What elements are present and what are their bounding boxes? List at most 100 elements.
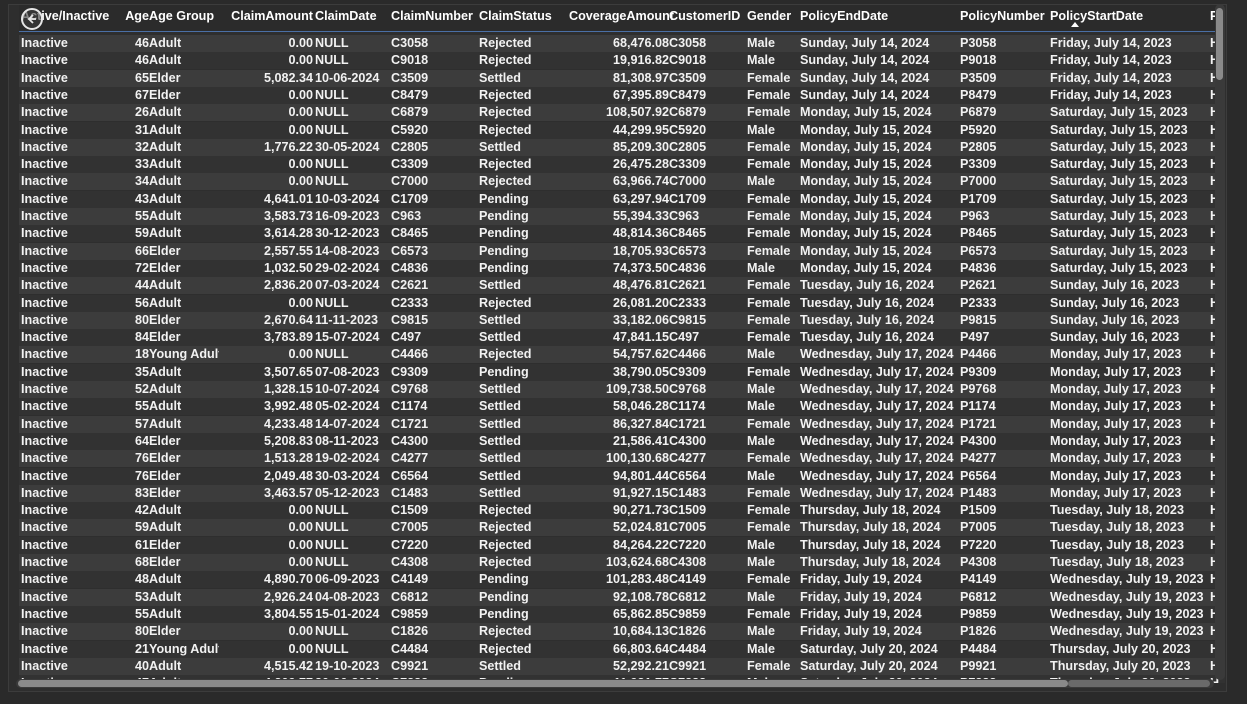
sort-ascending-icon[interactable] bbox=[1071, 22, 1079, 27]
cell-col-age-group: Adult bbox=[149, 157, 182, 172]
header-col-policy-start-date[interactable]: PolicyStartDate bbox=[1050, 5, 1210, 31]
table-row[interactable]: Inactive 44 Adult 2,836.20 07-03-2024 C2621 Se… bbox=[19, 277, 1225, 295]
cell-col-active-inactive: Inactive bbox=[21, 347, 68, 362]
cell-col-policy-end-date: Wednesday, July 17, 2024 bbox=[800, 433, 954, 448]
cell-col-customer-id: C4308 bbox=[669, 555, 707, 569]
table-row[interactable]: Inactive 76 Elder 2,049.48 30-03-2024 C6564 Se… bbox=[19, 467, 1225, 485]
table-row[interactable]: Inactive 46 Adult 0.00 NULL C3058 Rejected 68,4… bbox=[19, 35, 1225, 52]
header-col-age-group[interactable]: Age Group bbox=[149, 5, 219, 31]
table-row[interactable]: Inactive 55 Adult 3,804.55 15-01-2024 C9859 Pe… bbox=[19, 605, 1225, 623]
table-row[interactable]: Inactive 42 Adult 0.00 NULL C1509 Rejected 90,2… bbox=[19, 502, 1225, 520]
table-row[interactable]: Inactive 55 Adult 3,583.73 16-09-2023 C963 Pen… bbox=[19, 208, 1225, 225]
header-col-coverage-amount[interactable]: CoverageAmount bbox=[569, 5, 674, 31]
cell-col-gender: Male bbox=[747, 624, 775, 639]
cell-col-claim-date: 29-02-2024 bbox=[315, 260, 380, 275]
table-row[interactable]: Inactive 18 Young Adult 0.00 NULL C4466 Reject… bbox=[19, 346, 1225, 364]
table-row[interactable]: Inactive 26 Adult 0.00 NULL C6879 Rejected 108,… bbox=[19, 104, 1225, 122]
cell-col-policy-number: P9921 bbox=[960, 658, 997, 673]
header-col-policy-number[interactable]: PolicyNumber bbox=[960, 5, 1050, 31]
table-row[interactable]: Inactive 35 Adult 3,507.65 07-08-2023 C9309 Pe… bbox=[19, 363, 1225, 381]
table-row[interactable]: Inactive 40 Adult 4,515.42 19-10-2023 C9921 Se… bbox=[19, 657, 1225, 675]
cell-col-claim-amount: 2,926.24 bbox=[263, 589, 313, 604]
header-col-claim-amount[interactable]: ClaimAmount bbox=[219, 5, 313, 31]
table-visual-frame: PPolicyStartDatePolicyNumberPolicyEndDat… bbox=[0, 0, 1247, 704]
cell-col-policy-number: P6879 bbox=[960, 105, 997, 120]
cell-col-claim-date: NULL bbox=[315, 105, 349, 120]
table-row[interactable]: Inactive 34 Adult 0.00 NULL C7000 Rejected 63,9… bbox=[19, 173, 1225, 191]
table-row[interactable]: Inactive 80 Elder 0.00 NULL C1826 Rejected 10,6… bbox=[19, 623, 1225, 641]
cell-col-policy-number: P9815 bbox=[960, 312, 997, 327]
data-table: PPolicyStartDatePolicyNumberPolicyEndDat… bbox=[19, 5, 1225, 683]
table-row[interactable]: Inactive 64 Elder 5,208.83 08-11-2023 C4300 Se… bbox=[19, 432, 1225, 450]
cell-col-policy-end-date: Monday, July 15, 2024 bbox=[800, 157, 932, 172]
table-row[interactable]: Inactive 57 Adult 4,233.48 14-07-2024 C1721 Se… bbox=[19, 415, 1225, 433]
table-row[interactable]: Inactive 80 Elder 2,670.64 11-11-2023 C9815 Se… bbox=[19, 311, 1225, 329]
cell-col-age: 46 bbox=[134, 53, 149, 68]
table-row[interactable]: Inactive 72 Elder 1,032.50 29-02-2024 C4836 Pe… bbox=[19, 259, 1225, 277]
cell-col-customer-id: C6564 bbox=[669, 468, 707, 483]
cell-col-age-group: Elder bbox=[149, 468, 181, 483]
table-row[interactable]: Inactive 61 Elder 0.00 NULL C7220 Rejected 84,2… bbox=[19, 536, 1225, 554]
horizontal-scrollbar-thumb[interactable] bbox=[18, 680, 1068, 687]
cell-col-claim-amount: 1,513.28 bbox=[263, 451, 313, 466]
table-header: PPolicyStartDatePolicyNumberPolicyEndDat… bbox=[19, 5, 1225, 32]
table-row[interactable]: Inactive 59 Adult 0.00 NULL C7005 Rejected 52,0… bbox=[19, 519, 1225, 537]
header-col-gender[interactable]: Gender bbox=[747, 5, 800, 31]
cell-col-active-inactive: Inactive bbox=[21, 157, 68, 172]
back-arrow-icon[interactable] bbox=[21, 8, 43, 30]
table-row[interactable]: Inactive 31 Adult 0.00 NULL C5920 Rejected 44,2… bbox=[19, 121, 1225, 139]
cell-col-gender: Female bbox=[747, 191, 791, 206]
cell-col-claim-date: NULL bbox=[315, 53, 349, 68]
cell-col-claim-amount: 2,049.48 bbox=[263, 468, 313, 483]
cell-col-age: 55 bbox=[134, 209, 149, 223]
cell-col-gender: Female bbox=[747, 364, 791, 379]
table-row[interactable]: Inactive 59 Adult 3,614.28 30-12-2023 C8465 Pe… bbox=[19, 225, 1225, 243]
table-row[interactable]: Inactive 21 Young Adult 0.00 NULL C4484 Reject… bbox=[19, 640, 1225, 658]
cell-col-policy-number: P9018 bbox=[960, 53, 997, 68]
horizontal-scrollbar[interactable] bbox=[16, 679, 1214, 688]
table-row[interactable]: Inactive 84 Elder 3,783.89 15-07-2024 C497 Set… bbox=[19, 329, 1225, 347]
table-row[interactable]: Inactive 55 Adult 3,992.48 05-02-2024 C1174 Se… bbox=[19, 398, 1225, 416]
cell-col-claim-number: C9921 bbox=[391, 658, 429, 673]
cell-col-policy-start-date: Monday, July 17, 2023 bbox=[1050, 382, 1182, 396]
cell-col-claim-number: C6879 bbox=[391, 105, 429, 120]
cell-col-active-inactive: Inactive bbox=[21, 295, 68, 310]
cell-col-policy-end-date: Thursday, July 18, 2024 bbox=[800, 537, 941, 552]
cell-col-claim-date: NULL bbox=[315, 157, 349, 172]
header-col-policy-end-date[interactable]: PolicyEndDate bbox=[800, 5, 960, 31]
table-row[interactable]: Inactive 33 Adult 0.00 NULL C3309 Rejected 26,4… bbox=[19, 156, 1225, 174]
cell-col-claim-date: 30-12-2023 bbox=[315, 226, 380, 241]
cell-col-age: 57 bbox=[134, 416, 149, 431]
cell-col-active-inactive: Inactive bbox=[21, 122, 68, 137]
table-row[interactable]: Inactive 52 Adult 1,328.15 10-07-2024 C9768 Se… bbox=[19, 381, 1225, 398]
vertical-scrollbar-thumb[interactable] bbox=[1216, 8, 1223, 80]
cell-col-claim-status: Settled bbox=[479, 451, 521, 466]
table-row[interactable]: Inactive 48 Adult 4,890.70 06-09-2023 C4149 Pe… bbox=[19, 571, 1225, 589]
table-row[interactable]: Inactive 66 Elder 2,557.55 14-08-2023 C6573 Pe… bbox=[19, 242, 1225, 260]
cell-col-coverage-amount: 63,966.74 bbox=[612, 174, 669, 189]
header-col-claim-date[interactable]: ClaimDate bbox=[315, 5, 391, 31]
header-col-claim-status[interactable]: ClaimStatus bbox=[479, 5, 569, 31]
table-row[interactable]: Inactive 76 Elder 1,513.28 19-02-2024 C4277 Se… bbox=[19, 450, 1225, 468]
table-row[interactable]: Inactive 53 Adult 2,926.24 04-08-2023 C6812 Pe… bbox=[19, 588, 1225, 606]
cell-col-customer-id: C7220 bbox=[669, 537, 707, 552]
vertical-scrollbar[interactable] bbox=[1215, 4, 1225, 680]
table-row[interactable]: Inactive 46 Adult 0.00 NULL C9018 Rejected 19,9… bbox=[19, 52, 1225, 70]
cell-col-claim-amount: 0.00 bbox=[288, 53, 313, 68]
table-row[interactable]: Inactive 68 Elder 0.00 NULL C4308 Rejected 103,… bbox=[19, 554, 1225, 571]
cell-col-active-inactive: Inactive bbox=[21, 399, 68, 414]
table-row[interactable]: Inactive 32 Adult 1,776.22 30-05-2024 C2805 Se… bbox=[19, 138, 1225, 156]
table-row[interactable]: Inactive 83 Elder 3,463.57 05-12-2023 C1483 Se… bbox=[19, 484, 1225, 502]
header-col-claim-number[interactable]: ClaimNumber bbox=[391, 5, 479, 31]
cell-col-claim-date: NULL bbox=[315, 174, 349, 189]
table-row[interactable]: Inactive 67 Elder 0.00 NULL C8479 Rejected 67,3… bbox=[19, 86, 1225, 104]
cell-col-policy-end-date: Sunday, July 14, 2024 bbox=[800, 70, 930, 85]
cell-col-age-group: Adult bbox=[149, 503, 182, 518]
cell-col-policy-end-date: Tuesday, July 16, 2024 bbox=[800, 295, 934, 310]
table-row[interactable]: Inactive 65 Elder 5,082.34 10-06-2024 C3509 Se… bbox=[19, 69, 1225, 87]
header-col-customer-id[interactable]: CustomerID bbox=[669, 5, 747, 31]
cell-col-gender: Female bbox=[747, 278, 791, 293]
cell-col-gender: Male bbox=[747, 641, 775, 656]
table-row[interactable]: Inactive 43 Adult 4,641.01 10-03-2024 C1709 Pe… bbox=[19, 190, 1225, 208]
table-row[interactable]: Inactive 56 Adult 0.00 NULL C2333 Rejected 26,0… bbox=[19, 294, 1225, 312]
